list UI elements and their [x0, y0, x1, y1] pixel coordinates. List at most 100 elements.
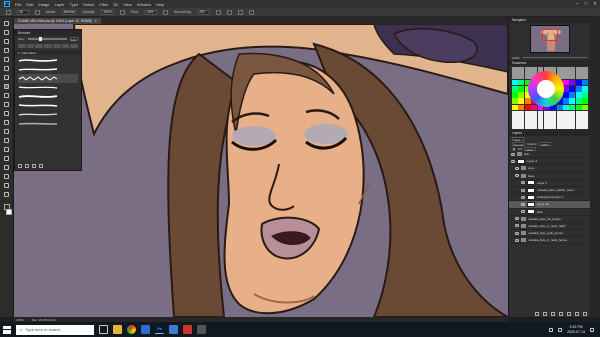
color-swatch[interactable] [575, 117, 582, 123]
color-swatch[interactable] [563, 73, 569, 79]
menu-select[interactable]: Select [83, 2, 94, 7]
network-icon[interactable] [549, 327, 554, 332]
brush-size-slider[interactable] [27, 36, 67, 41]
color-swatch[interactable] [575, 123, 582, 129]
status-zoom[interactable]: 105% [16, 318, 24, 322]
layer-row[interactable]: skin [509, 151, 590, 159]
color-swatch[interactable] [531, 117, 537, 123]
canvas[interactable] [14, 24, 508, 317]
taskbar-search-box[interactable]: ⌕ Type here to search [16, 324, 94, 335]
visibility-eye-icon[interactable] [521, 202, 525, 206]
app-icon[interactable] [183, 325, 192, 334]
brush-preset-selected[interactable] [18, 74, 78, 83]
lasso-tool[interactable] [3, 38, 11, 45]
layer-mask-icon[interactable] [551, 311, 555, 316]
path-select-tool[interactable] [3, 164, 11, 171]
menu-edit[interactable]: Edit [26, 2, 33, 7]
color-swatch[interactable] [524, 110, 531, 117]
color-swatch[interactable] [512, 67, 518, 73]
layer-row-selected[interactable]: Layer 12 [509, 201, 590, 209]
color-swatch[interactable] [569, 73, 576, 79]
color-swatch[interactable] [569, 85, 576, 92]
gradient-tool[interactable] [3, 119, 11, 126]
color-wheel[interactable] [528, 71, 564, 107]
layer-row[interactable]: eyes [509, 165, 590, 173]
recent-brush[interactable] [52, 44, 61, 48]
recent-brush[interactable] [26, 44, 35, 48]
color-swatch[interactable] [524, 98, 531, 104]
color-swatch[interactable] [582, 85, 588, 92]
visibility-eye-icon[interactable] [515, 231, 519, 235]
layer-row[interactable]: base [509, 173, 590, 180]
shape-tool[interactable] [3, 173, 11, 180]
color-swatch[interactable] [575, 110, 582, 117]
layer-row[interactable]: melodie_face_2_neck_bones [509, 237, 590, 245]
menu-image[interactable]: Image [38, 2, 49, 7]
color-swatch[interactable] [569, 98, 576, 104]
clock[interactable]: 2:43 PM 2020-07-13 [567, 325, 585, 334]
color-swatch[interactable] [524, 104, 531, 111]
new-group-icon[interactable] [567, 311, 571, 316]
app-icon[interactable] [197, 325, 206, 334]
link-layers-icon[interactable] [535, 311, 539, 316]
menu-layer[interactable]: Layer [54, 2, 64, 7]
color-swatch[interactable] [582, 92, 588, 98]
crop-tool[interactable] [3, 56, 11, 63]
layers-title[interactable]: Layers [512, 131, 522, 135]
chrome-icon[interactable] [127, 325, 136, 334]
visibility-eye-icon[interactable] [515, 224, 519, 228]
maximize-button[interactable]: □ [585, 1, 588, 7]
color-swatch[interactable] [563, 92, 569, 98]
task-view-icon[interactable] [99, 325, 108, 334]
brush-tool[interactable] [3, 83, 11, 90]
eraser-tool[interactable] [3, 110, 11, 117]
layer-fill-input[interactable]: 100% [524, 146, 537, 152]
close-tab-icon[interactable]: × [95, 19, 97, 23]
visibility-eye-icon[interactable] [515, 166, 519, 170]
color-swatch[interactable] [512, 92, 518, 98]
color-swatch[interactable] [569, 117, 576, 123]
color-swatch[interactable] [556, 123, 563, 129]
color-swatch[interactable] [582, 79, 588, 86]
color-swatch[interactable] [582, 117, 588, 123]
volume-icon[interactable] [558, 327, 563, 332]
color-swatch[interactable] [518, 98, 525, 104]
layer-row[interactable]: melodie_face_sketch_overl [509, 187, 590, 195]
visibility-eye-icon[interactable] [515, 238, 519, 242]
color-swatch[interactable] [518, 67, 525, 73]
angle-icon[interactable] [226, 9, 232, 15]
navigator-preview[interactable] [529, 25, 570, 53]
recent-brush[interactable] [61, 44, 70, 48]
color-swatch[interactable] [582, 104, 588, 111]
layer-row[interactable]: Layer 4 [509, 158, 590, 166]
color-swatch[interactable] [512, 104, 518, 111]
menu-help[interactable]: Help [156, 2, 164, 7]
color-swatch[interactable] [524, 123, 531, 129]
pressure-opacity-icon[interactable] [119, 9, 125, 15]
new-layer-icon[interactable] [575, 311, 579, 316]
color-swatch[interactable] [550, 117, 557, 123]
adjustment-layer-icon[interactable] [559, 311, 563, 316]
layer-opacity-input[interactable]: 100% [539, 141, 552, 147]
color-swatch[interactable] [563, 79, 569, 86]
gear-icon[interactable] [215, 9, 221, 15]
navigator-title[interactable]: Navigator [512, 18, 526, 22]
color-swatch[interactable] [563, 67, 569, 73]
menu-filter[interactable]: Filter [99, 2, 108, 7]
color-swatch[interactable] [531, 123, 537, 129]
brush-preset[interactable] [18, 83, 78, 92]
brush-tool-icon[interactable] [6, 9, 11, 15]
new-folder-icon[interactable] [25, 163, 29, 168]
brush-preset[interactable] [18, 56, 78, 65]
symmetry-icon[interactable] [248, 9, 254, 15]
type-tool[interactable] [3, 155, 11, 162]
color-swatch[interactable] [518, 85, 525, 92]
color-swatch[interactable] [543, 110, 550, 117]
hand-tool[interactable] [3, 182, 11, 189]
toggle-preview-icon[interactable] [18, 163, 22, 168]
opacity-input[interactable]: 100% [101, 9, 114, 15]
color-swatch[interactable] [575, 85, 582, 92]
color-swatch[interactable] [563, 117, 569, 123]
color-swatch[interactable] [512, 85, 518, 92]
color-swatch[interactable] [569, 110, 576, 117]
